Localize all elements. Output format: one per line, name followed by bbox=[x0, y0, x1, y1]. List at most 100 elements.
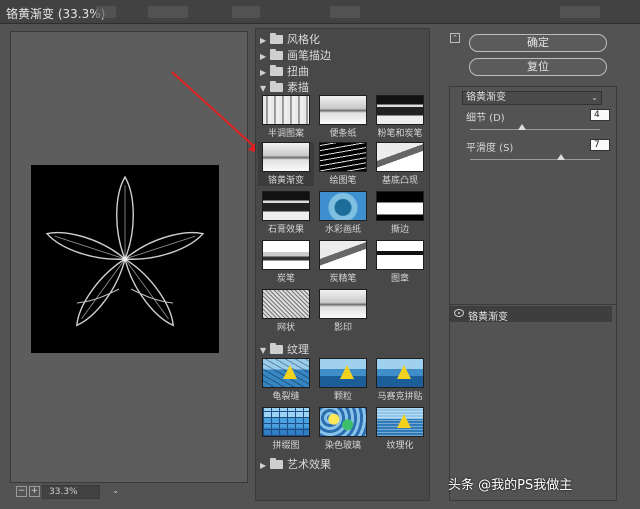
category-brush-strokes[interactable]: ▶ 画笔描边 bbox=[260, 48, 331, 63]
filter-patchwork[interactable]: 拼缀图 bbox=[258, 407, 314, 451]
filter-texturizer[interactable]: 纹理化 bbox=[372, 407, 428, 451]
filter-torn-edges[interactable]: 撕边 bbox=[372, 191, 428, 235]
filter-label: 炭精笔 bbox=[329, 274, 357, 284]
filter-select[interactable]: 铬黄渐变 ⌄ bbox=[462, 91, 602, 105]
zoom-select[interactable]: 33.3% ⌄ bbox=[42, 485, 119, 499]
filter-label: 铬黄渐变 bbox=[267, 176, 304, 186]
filter-mosaic-tiles[interactable]: 马赛克拼贴 bbox=[372, 358, 428, 402]
triangle-down-icon: ▼ bbox=[260, 346, 267, 355]
category-sketch[interactable]: ▼ 素描 bbox=[260, 80, 309, 95]
filter-label: 拼缀图 bbox=[272, 441, 300, 451]
effect-layers: 铬黄渐变 bbox=[449, 304, 617, 501]
effect-layer-row[interactable]: 铬黄渐变 bbox=[450, 306, 612, 323]
filter-settings: 铬黄渐变 ⌄ 细节 (D) 4 平滑度 (S) 7 bbox=[449, 86, 617, 324]
filter-label: 便条纸 bbox=[329, 129, 357, 139]
filter-label: 半调图案 bbox=[267, 129, 304, 139]
filter-label: 石膏效果 bbox=[267, 225, 304, 235]
smoothness-slider-knob[interactable] bbox=[557, 154, 565, 160]
filter-reticulation[interactable]: 网状 bbox=[258, 289, 314, 333]
folder-icon bbox=[270, 458, 283, 469]
filter-label: 绘图笔 bbox=[329, 176, 357, 186]
filter-label: 染色玻璃 bbox=[324, 441, 361, 451]
category-label: 纹理 bbox=[287, 343, 309, 356]
folder-icon bbox=[270, 49, 283, 60]
filter-stamp[interactable]: 图章 bbox=[372, 240, 428, 284]
ok-button[interactable]: 确定 bbox=[469, 34, 607, 52]
title-blur-decoration bbox=[560, 6, 600, 18]
reset-button[interactable]: 复位 bbox=[469, 58, 607, 76]
title-blur-decoration bbox=[330, 6, 360, 18]
triangle-right-icon: ▶ bbox=[260, 52, 267, 61]
filter-plaster[interactable]: 石膏效果 bbox=[258, 191, 314, 235]
filter-graphic-pen[interactable]: 绘图笔 bbox=[315, 142, 371, 186]
title-blur-decoration bbox=[232, 6, 260, 18]
settings-panel: ⌃ 确定 复位 铬黄渐变 ⌄ 细节 (D) 4 平滑度 (S) 7 铬黄渐变 bbox=[445, 28, 623, 501]
filter-label: 水彩画纸 bbox=[324, 225, 361, 235]
category-texture[interactable]: ▼ 纹理 bbox=[260, 342, 309, 357]
filter-water-paper[interactable]: 水彩画纸 bbox=[315, 191, 371, 235]
filter-bas-relief[interactable]: 基底凸现 bbox=[372, 142, 428, 186]
filter-conte-crayon[interactable]: 炭精笔 bbox=[315, 240, 371, 284]
category-artistic[interactable]: ▶ 艺术效果 bbox=[260, 457, 331, 472]
category-stylize[interactable]: ▶ 风格化 bbox=[260, 32, 320, 47]
window-title: 铬黄渐变 (33.3%) bbox=[6, 7, 106, 21]
zoom-out-button[interactable]: − bbox=[16, 486, 27, 497]
preview-canvas[interactable] bbox=[31, 165, 219, 353]
title-blur-decoration bbox=[96, 6, 116, 18]
chrome-flower-image bbox=[45, 175, 205, 327]
watermark-text: 头条 @我的PS我做主 bbox=[448, 478, 573, 493]
zoom-in-button[interactable]: + bbox=[29, 486, 40, 497]
filter-select-value: 铬黄渐变 bbox=[466, 92, 506, 103]
filter-label: 影印 bbox=[333, 323, 352, 333]
chevron-down-icon: ⌄ bbox=[591, 93, 598, 102]
filter-label: 颗粒 bbox=[333, 392, 352, 402]
category-label: 画笔描边 bbox=[287, 49, 331, 62]
filter-craquelure[interactable]: 龟裂缝 bbox=[258, 358, 314, 402]
folder-icon bbox=[270, 343, 283, 354]
smoothness-slider[interactable] bbox=[470, 154, 600, 160]
detail-input[interactable]: 4 bbox=[590, 109, 610, 121]
filter-photocopy[interactable]: 影印 bbox=[315, 289, 371, 333]
filter-stained-glass[interactable]: 染色玻璃 bbox=[315, 407, 371, 451]
effect-layer-name: 铬黄渐变 bbox=[468, 312, 508, 323]
triangle-right-icon: ▶ bbox=[260, 461, 267, 470]
title-blur-decoration bbox=[148, 6, 188, 18]
folder-icon bbox=[270, 81, 283, 92]
filter-label: 炭笔 bbox=[276, 274, 295, 284]
filter-label: 网状 bbox=[276, 323, 295, 333]
filter-label: 马赛克拼贴 bbox=[377, 392, 423, 402]
filter-charcoal[interactable]: 炭笔 bbox=[258, 240, 314, 284]
filter-chalk-charcoal[interactable]: 粉笔和炭笔 bbox=[372, 95, 428, 139]
filter-browser: ▶ 风格化 ▶ 画笔描边 ▶ 扭曲 ▼ 素描 半调图案 便条纸 粉笔和炭笔 铬黄渐变 绘… bbox=[255, 28, 430, 501]
collapse-icon[interactable]: ⌃ bbox=[450, 33, 460, 43]
category-distort[interactable]: ▶ 扭曲 bbox=[260, 64, 309, 79]
category-label: 艺术效果 bbox=[287, 458, 331, 471]
filter-label: 龟裂缝 bbox=[272, 392, 300, 402]
chevron-down-icon: ⌄ bbox=[112, 486, 119, 495]
smoothness-label: 平滑度 (S) bbox=[466, 143, 514, 154]
triangle-down-icon: ▼ bbox=[260, 84, 267, 93]
title-bar: 铬黄渐变 (33.3%) bbox=[0, 0, 640, 24]
folder-icon bbox=[270, 65, 283, 76]
filter-label: 撕边 bbox=[390, 225, 409, 235]
eye-icon[interactable] bbox=[454, 309, 464, 317]
category-label: 风格化 bbox=[287, 33, 320, 46]
smoothness-input[interactable]: 7 bbox=[590, 139, 610, 151]
triangle-right-icon: ▶ bbox=[260, 68, 267, 77]
filter-label: 纹理化 bbox=[386, 441, 414, 451]
zoom-bar: − + 33.3% ⌄ bbox=[10, 484, 248, 500]
detail-slider[interactable] bbox=[470, 124, 600, 130]
zoom-value: 33.3% bbox=[49, 487, 78, 497]
triangle-right-icon: ▶ bbox=[260, 36, 267, 45]
detail-label: 细节 (D) bbox=[466, 113, 505, 124]
filter-halftone[interactable]: 半调图案 bbox=[258, 95, 314, 139]
category-label: 扭曲 bbox=[287, 65, 309, 78]
filter-label: 粉笔和炭笔 bbox=[377, 129, 423, 139]
filter-chrome[interactable]: 铬黄渐变 bbox=[258, 142, 314, 186]
detail-slider-knob[interactable] bbox=[518, 124, 526, 130]
folder-icon bbox=[270, 33, 283, 44]
filter-label: 图章 bbox=[390, 274, 409, 284]
filter-grain[interactable]: 颗粒 bbox=[315, 358, 371, 402]
category-label: 素描 bbox=[287, 81, 309, 94]
filter-note-paper[interactable]: 便条纸 bbox=[315, 95, 371, 139]
